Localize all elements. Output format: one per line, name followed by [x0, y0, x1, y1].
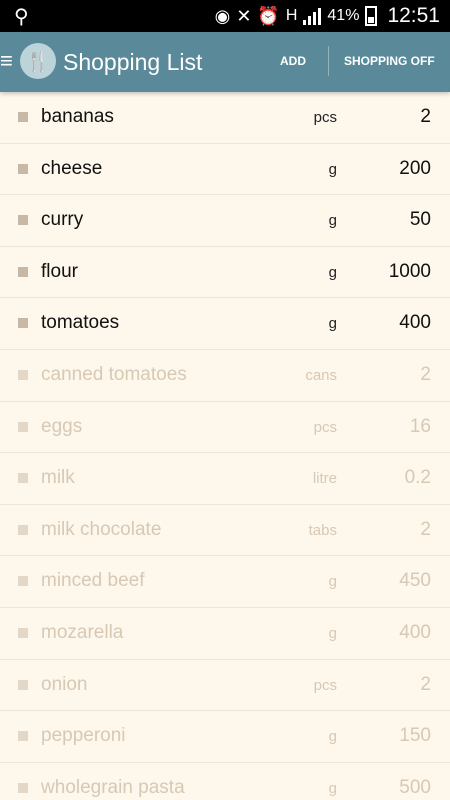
divider — [328, 46, 329, 76]
item-unit: g — [328, 160, 337, 178]
item-unit: litre — [312, 470, 337, 488]
list-item[interactable]: onion pcs 2 — [0, 660, 450, 712]
item-unit: pcs — [313, 109, 337, 126]
item-quantity: 50 — [409, 209, 431, 231]
item-name: canned tomatoes — [41, 363, 187, 385]
item-name: tomatoes — [41, 312, 120, 334]
item-quantity: 16 — [409, 415, 431, 437]
list-item[interactable]: bananas pcs 2 — [0, 92, 450, 144]
item-quantity: 2 — [420, 518, 431, 540]
clock: 12:51 — [387, 4, 440, 27]
list-item[interactable]: canned tomatoes cans 2 — [0, 350, 450, 402]
item-name: wholegrain pasta — [41, 776, 185, 798]
item-unit: tabs — [308, 521, 337, 539]
mute-icon: ✕ — [236, 6, 252, 26]
list-item[interactable]: eggs pcs 16 — [0, 402, 450, 454]
item-quantity: 2 — [420, 106, 431, 127]
item-name: milk — [41, 467, 75, 489]
item-name: curry — [41, 209, 84, 231]
app-title: Shopping List — [63, 49, 203, 75]
list-item[interactable]: pepperoni g 150 — [0, 711, 450, 763]
item-quantity: 0.2 — [404, 467, 431, 489]
item-quantity: 2 — [420, 363, 431, 385]
item-bullet — [18, 421, 28, 432]
item-name: minced beef — [41, 570, 145, 592]
item-bullet — [18, 369, 28, 380]
item-unit: g — [328, 728, 337, 746]
item-quantity: 450 — [399, 570, 431, 592]
item-bullet — [18, 163, 28, 174]
fork-knife-icon[interactable]: 🍴 — [20, 43, 56, 79]
battery-percent: 41% — [327, 7, 360, 24]
item-quantity: 400 — [399, 312, 431, 334]
item-unit: pcs — [313, 676, 337, 694]
item-bullet — [18, 524, 28, 535]
item-unit: g — [328, 624, 337, 642]
signal-icon — [303, 7, 322, 25]
item-name: cheese — [41, 157, 103, 179]
item-name: onion — [41, 673, 88, 695]
list-item[interactable]: mozarella g 400 — [0, 608, 450, 660]
item-bullet — [18, 215, 28, 226]
list-item[interactable]: wholegrain pasta g 500 — [0, 763, 450, 800]
list-item[interactable]: minced beef g 450 — [0, 556, 450, 608]
network-type: H — [285, 7, 298, 24]
item-name: eggs — [41, 415, 83, 437]
item-unit: cans — [305, 366, 337, 384]
list-item[interactable]: milk chocolate tabs 2 — [0, 505, 450, 557]
item-unit: g — [328, 263, 337, 281]
item-unit: g — [328, 779, 337, 797]
shopping-toggle-button[interactable]: SHOPPING OFF — [344, 54, 435, 68]
list-item[interactable]: tomatoes g 400 — [0, 298, 450, 350]
item-bullet — [18, 112, 28, 122]
item-quantity: 2 — [420, 673, 431, 695]
item-unit: pcs — [313, 418, 337, 436]
item-name: bananas — [41, 106, 114, 127]
shopping-list: bananas pcs 2 cheese g 200 curry g 50 flour g 1000 t… — [0, 92, 450, 800]
item-name: milk chocolate — [41, 518, 162, 540]
item-unit: g — [328, 573, 337, 591]
alarm-icon: ⏰ — [257, 6, 280, 26]
item-quantity: 500 — [399, 776, 431, 798]
status-bar: ⚲ ◉ ✕ ⏰ H 41% 12:51 — [0, 0, 450, 32]
item-bullet — [18, 473, 28, 484]
item-bullet — [18, 576, 28, 587]
menu-icon[interactable]: ≡ — [0, 48, 13, 74]
battery-icon — [365, 6, 378, 26]
item-bullet — [18, 318, 28, 329]
eye-icon: ◉ — [214, 6, 231, 26]
list-item[interactable]: cheese g 200 — [0, 144, 450, 196]
item-quantity: 1000 — [388, 260, 431, 282]
item-bullet — [18, 782, 28, 793]
item-bullet — [18, 731, 28, 742]
list-item[interactable]: milk litre 0.2 — [0, 453, 450, 505]
item-unit: g — [328, 315, 337, 333]
usb-icon: ⚲ — [14, 6, 29, 28]
item-quantity: 150 — [399, 725, 431, 747]
action-bar: ≡ 🍴 Shopping List ADD SHOPPING OFF — [0, 32, 450, 92]
item-bullet — [18, 679, 28, 690]
item-quantity: 200 — [399, 157, 431, 179]
list-item[interactable]: curry g 50 — [0, 195, 450, 247]
status-icons: ◉ ✕ ⏰ H 41% 12:51 — [215, 0, 440, 32]
item-name: pepperoni — [41, 725, 126, 747]
item-bullet — [18, 266, 28, 277]
item-unit: g — [328, 212, 337, 230]
item-name: mozarella — [41, 621, 124, 643]
add-button[interactable]: ADD — [280, 54, 306, 68]
item-bullet — [18, 627, 28, 638]
item-name: flour — [41, 260, 78, 282]
list-item[interactable]: flour g 1000 — [0, 247, 450, 299]
item-quantity: 400 — [399, 621, 431, 643]
